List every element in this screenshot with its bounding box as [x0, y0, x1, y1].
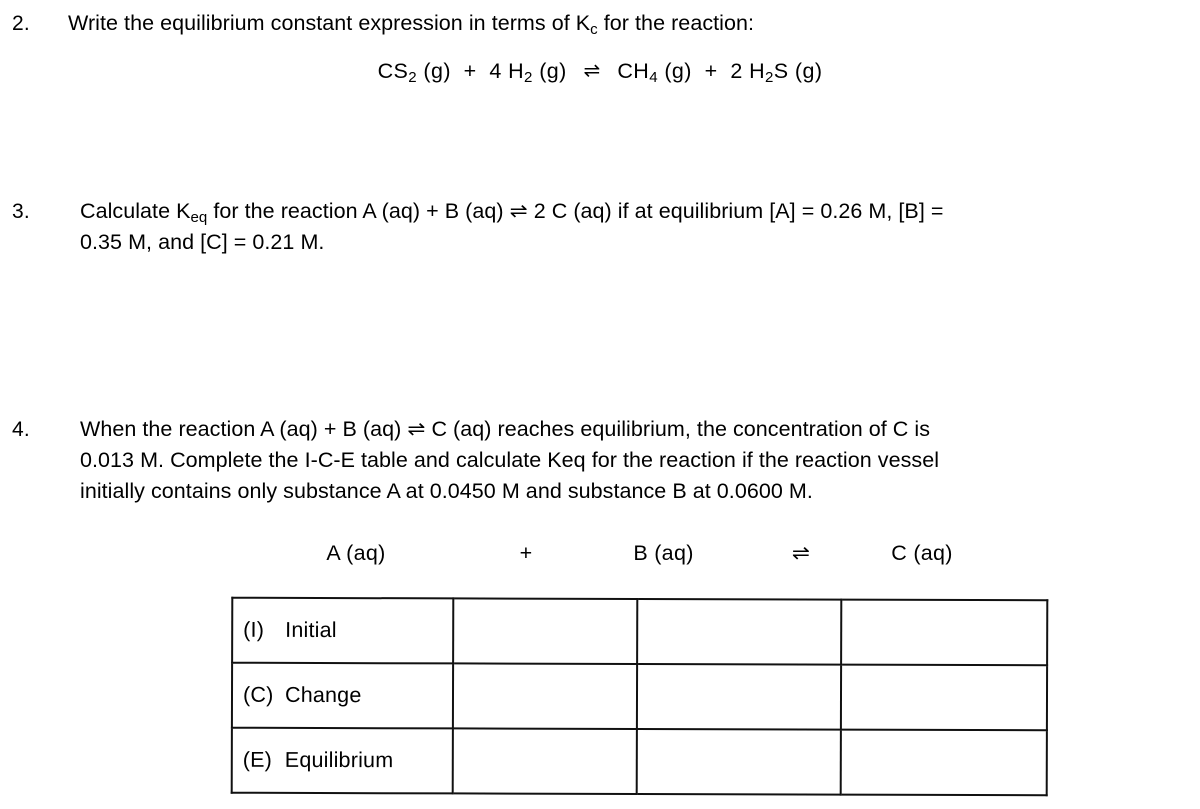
ice-table: (I) Initial (C) Change (E) Equilibrium — [231, 597, 1049, 797]
question-4-line-2: 0.013 M. Complete the I-C-E table and ca… — [80, 448, 940, 472]
ice-row-equilibrium-label: (E) Equilibrium — [231, 727, 453, 794]
product-1-formula: CH — [617, 59, 650, 83]
ice-row-change-tag: (C) — [242, 682, 274, 707]
ice-cell-initial-a[interactable] — [453, 598, 638, 664]
question-3: 3. Calculate Keq for the reaction A (aq)… — [12, 196, 1192, 258]
product-2-phase: (g) — [794, 59, 823, 83]
reactant-1-subscript: 2 — [408, 68, 418, 86]
ice-cell-change-c[interactable] — [840, 664, 1048, 731]
reactant-2-coefficient: 4 — [489, 59, 502, 83]
question-2-body: Write the equilibrium constant expressio… — [68, 8, 1192, 39]
product-2-coefficient: 2 — [730, 59, 743, 83]
ice-cell-equilibrium-a[interactable] — [452, 728, 637, 794]
ice-row-change-text: Change — [284, 682, 362, 708]
question-4-number: 4. — [12, 418, 30, 441]
question-2-number: 2. — [12, 12, 30, 35]
product-1-subscript: 4 — [649, 68, 658, 86]
ice-cell-change-b[interactable] — [636, 663, 842, 730]
question-4-line-3: initially contains only substance A at 0… — [80, 479, 813, 503]
reactant-2-subscript: 2 — [524, 68, 533, 86]
ice-cell-initial-c[interactable] — [841, 599, 1048, 666]
reactant-1-phase: (g) — [423, 59, 451, 83]
ice-row-equilibrium-text: Equilibrium — [284, 747, 394, 773]
ice-header-plus-sign: + — [519, 541, 533, 565]
ice-header-equilibrium-arrow-icon: ⇌ — [791, 541, 811, 565]
ice-header-species-b: B (aq) — [633, 541, 694, 565]
question-2-prompt-part1: Write the equilibrium constant expressio… — [68, 11, 591, 35]
ice-table-species-header: A (aq) + B (aq) ⇌ C (aq) — [231, 538, 998, 568]
plus-sign-1: + — [463, 59, 477, 83]
question-3-number: 3. — [12, 200, 30, 223]
question-4-body: When the reaction A (aq) + B (aq) ⇌ C (a… — [80, 414, 1192, 507]
question-3-line-1-part2: for the reaction A (aq) + B (aq) ⇌ 2 C (… — [207, 199, 944, 223]
table-row: (C) Change — [231, 662, 1048, 731]
question-2-prompt: Write the equilibrium constant expressio… — [68, 8, 1192, 39]
chemical-equation-q2: CS2 (g) + 4 H2 (g) ⇌ CH4 (g) + 2 H2S (g) — [0, 56, 1200, 88]
product-1-phase: (g) — [664, 59, 692, 83]
ice-row-initial-tag: (I) — [243, 617, 265, 642]
question-3-line-1-part1: Calculate K — [80, 199, 191, 223]
product-2-formula: H — [749, 59, 765, 83]
ice-row-equilibrium-tag: (E) — [242, 747, 273, 772]
question-4-line-1: When the reaction A (aq) + B (aq) ⇌ C (a… — [80, 417, 931, 441]
ice-header-species-c: C (aq) — [891, 541, 953, 565]
equilibrium-arrow-icon: ⇌ — [583, 60, 601, 82]
plus-sign-2: + — [704, 59, 718, 83]
ice-row-initial-text: Initial — [285, 617, 337, 643]
reactant-1-formula: CS — [377, 59, 409, 83]
ice-header-species-a: A (aq) — [326, 541, 386, 565]
product-2-subscript: 2 — [765, 68, 774, 86]
ice-cell-change-a[interactable] — [452, 663, 638, 729]
ice-cell-equilibrium-c[interactable] — [840, 729, 1047, 796]
ice-cell-equilibrium-b[interactable] — [636, 728, 841, 795]
table-row: (E) Equilibrium — [231, 727, 1047, 796]
ice-row-change-label: (C) Change — [231, 662, 454, 729]
reactant-2-formula: H — [508, 59, 525, 83]
question-2-prompt-part2: for the reaction: — [597, 11, 755, 35]
question-2: 2. Write the equilibrium constant expres… — [12, 8, 1192, 39]
question-3-line-1: Calculate Keq for the reaction A (aq) + … — [80, 196, 1192, 227]
reactant-2-phase: (g) — [539, 59, 567, 83]
kc-subscript: c — [590, 20, 598, 38]
product-2-formula-tail: S — [773, 59, 789, 83]
worksheet-page: 2. Write the equilibrium constant expres… — [0, 0, 1200, 809]
ice-cell-initial-b[interactable] — [637, 598, 842, 665]
question-4: 4. When the reaction A (aq) + B (aq) ⇌ C… — [12, 414, 1192, 507]
question-3-body: Calculate Keq for the reaction A (aq) + … — [80, 196, 1192, 258]
question-3-line-2: 0.35 M, and [C] = 0.21 M. — [80, 230, 325, 254]
keq-subscript: eq — [190, 208, 208, 226]
table-row: (I) Initial — [232, 597, 1048, 666]
ice-row-initial-label: (I) Initial — [232, 597, 454, 664]
